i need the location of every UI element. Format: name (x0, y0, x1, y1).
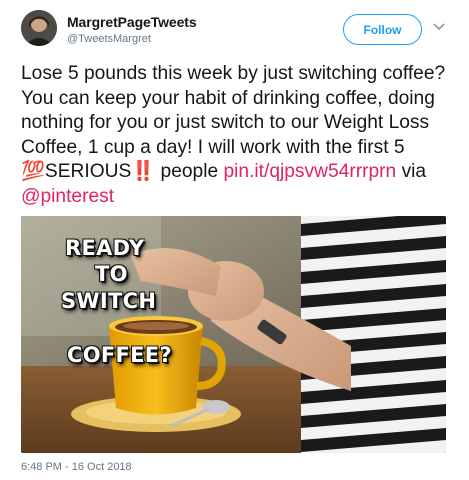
overlay-text-to: TO (95, 262, 128, 286)
tweet-card: MargretPageTweets @TweetsMargret Follow … (0, 0, 469, 480)
avatar-image (21, 10, 57, 46)
tweet-timestamp[interactable]: 6:48 PM - 16 Oct 2018 (21, 461, 132, 473)
double-exclamation-emoji-icon: ‼️ (131, 161, 156, 182)
chevron-down-icon[interactable] (432, 22, 446, 32)
overlay-text-switch: SWITCH (61, 289, 157, 313)
tweet-text-via: via (396, 161, 427, 182)
tweet-text-part2: SERIOUS (44, 161, 132, 182)
user-display-name[interactable]: MargretPageTweets (67, 14, 197, 30)
follow-button[interactable]: Follow (343, 14, 422, 45)
tweet-text: Lose 5 pounds this week by just switchin… (21, 62, 461, 209)
hundred-emoji-icon: 💯 (21, 161, 45, 182)
avatar[interactable] (21, 10, 57, 46)
tweet-media-image[interactable]: READY TO SWITCH COFFEE? (21, 216, 446, 453)
tweet-text-part1: Lose 5 pounds this week by just switchin… (21, 63, 446, 158)
overlay-text-coffee: COFFEE? (67, 343, 172, 367)
mention-pinterest[interactable]: @pinterest (21, 186, 114, 207)
overlay-text-ready: READY (65, 236, 145, 260)
tweet-text-part3: people (155, 161, 224, 182)
user-handle[interactable]: @TweetsMargret (67, 33, 151, 45)
tweet-link[interactable]: pin.it/qjpsvw54rrrprn (223, 161, 396, 182)
